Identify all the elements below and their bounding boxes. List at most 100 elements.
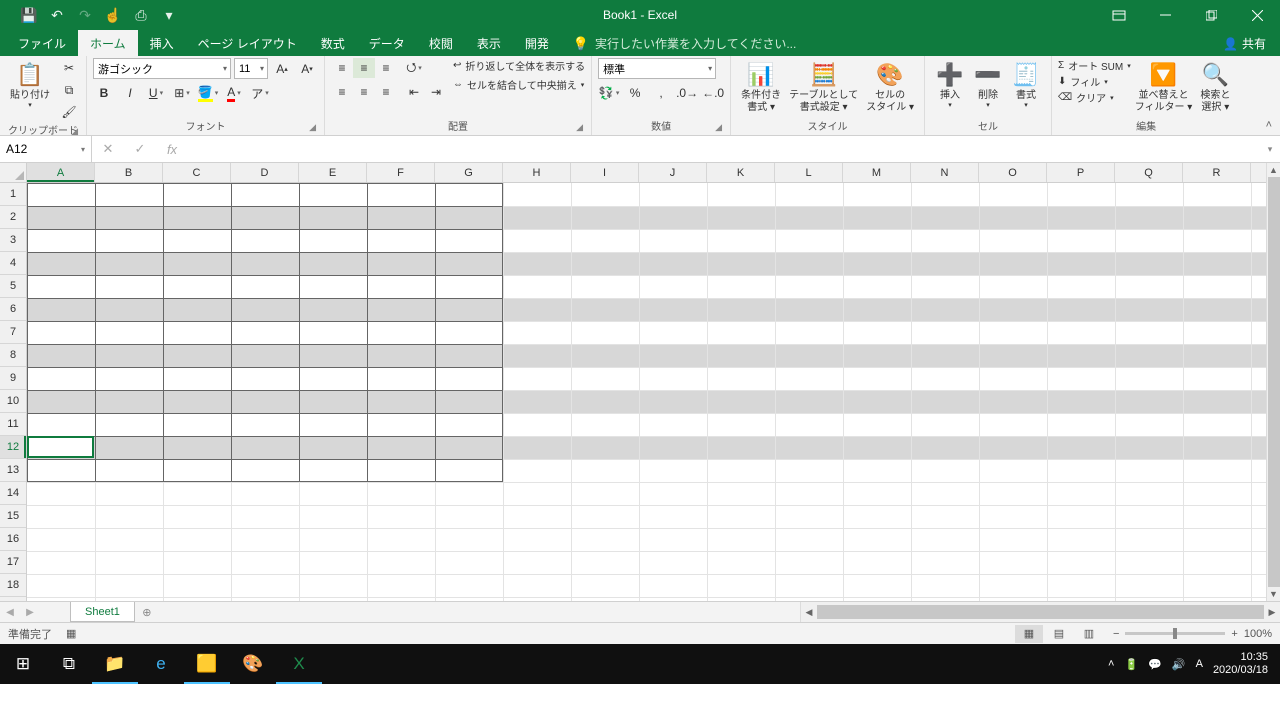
format-as-table-button[interactable]: 🧮テーブルとして 書式設定 ▾ (785, 58, 862, 115)
col-header-M[interactable]: M (843, 163, 911, 182)
comma-button[interactable]: , (650, 83, 672, 103)
merge-center-button[interactable]: ⇔セルを結合して中央揃え ▾ (453, 77, 585, 92)
ribbon-display-options[interactable] (1096, 1, 1142, 29)
name-box[interactable]: A12▾ (0, 136, 92, 162)
row-header-10[interactable]: 10 (0, 390, 26, 413)
phonetic-button[interactable]: ア (249, 83, 271, 103)
increase-indent-button[interactable]: ⇥ (425, 82, 447, 102)
format-painter-button[interactable]: 🖌 (58, 102, 80, 122)
scroll-left-button[interactable]: ◀ (801, 607, 817, 618)
font-name-combo[interactable]: 游ゴシック▾ (93, 58, 231, 79)
enter-formula-button[interactable]: ✓ (124, 141, 156, 157)
find-select-button[interactable]: 🔍検索と 選択 ▾ (1196, 58, 1234, 115)
align-left-button[interactable]: ≡ (331, 82, 353, 102)
delete-cells-button[interactable]: ➖削除▾ (969, 58, 1007, 112)
col-header-Q[interactable]: Q (1115, 163, 1183, 182)
autosum-button[interactable]: Σオート SUM ▾ (1058, 58, 1131, 73)
bold-button[interactable]: B (93, 83, 115, 103)
accounting-format-button[interactable]: 💱 (598, 83, 620, 103)
row-headers[interactable]: 123456789101112131415161718 (0, 183, 27, 601)
row-header-8[interactable]: 8 (0, 344, 26, 367)
scroll-right-button[interactable]: ▶ (1264, 607, 1280, 618)
expand-formula-bar[interactable]: ▾ (1260, 136, 1280, 162)
row-header-14[interactable]: 14 (0, 482, 26, 505)
cancel-formula-button[interactable]: ✕ (92, 141, 124, 157)
column-headers[interactable]: ABCDEFGHIJKLMNOPQR (27, 163, 1266, 183)
hscroll-thumb[interactable] (817, 605, 1264, 619)
start-button[interactable]: ⊞ (0, 644, 46, 684)
tab-insert[interactable]: 挿入 (138, 30, 186, 56)
clock[interactable]: 10:352020/03/18 (1213, 651, 1276, 676)
zoom-out-button[interactable]: − (1113, 628, 1119, 640)
row-header-2[interactable]: 2 (0, 206, 26, 229)
col-header-O[interactable]: O (979, 163, 1047, 182)
row-header-12[interactable]: 12 (0, 436, 26, 459)
system-tray[interactable]: ˄ 🔋 💬 🔊 A 10:352020/03/18 (1108, 651, 1280, 676)
row-header-7[interactable]: 7 (0, 321, 26, 344)
align-center-button[interactable]: ≡ (353, 82, 375, 102)
row-header-1[interactable]: 1 (0, 183, 26, 206)
tray-overflow-icon[interactable]: ˄ (1108, 658, 1114, 670)
cell-styles-button[interactable]: 🎨セルの スタイル ▾ (862, 58, 918, 115)
tab-developer[interactable]: 開発 (513, 30, 561, 56)
ie-taskbar[interactable]: e (138, 644, 184, 684)
italic-button[interactable]: I (119, 83, 141, 103)
tab-home[interactable]: ホーム (78, 30, 138, 56)
col-header-P[interactable]: P (1047, 163, 1115, 182)
row-header-13[interactable]: 13 (0, 459, 26, 482)
col-header-K[interactable]: K (707, 163, 775, 182)
decrease-font-button[interactable]: A▾ (296, 59, 318, 79)
undo-icon[interactable]: ↶ (50, 8, 64, 22)
row-header-5[interactable]: 5 (0, 275, 26, 298)
tell-me[interactable]: 💡実行したい作業を入力してください... (573, 35, 796, 56)
borders-button[interactable]: ⊞ (171, 83, 193, 103)
format-cells-button[interactable]: 🧾書式▾ (1007, 58, 1045, 112)
zoom-slider[interactable] (1125, 632, 1225, 635)
collapse-ribbon-button[interactable]: ˄ (1266, 119, 1272, 131)
conditional-formatting-button[interactable]: 📊条件付き 書式 ▾ (737, 58, 785, 115)
scroll-down-button[interactable]: ▼ (1267, 587, 1280, 601)
cut-button[interactable]: ✂ (58, 58, 80, 78)
row-header-11[interactable]: 11 (0, 413, 26, 436)
increase-font-button[interactable]: A▴ (271, 59, 293, 79)
col-header-F[interactable]: F (367, 163, 435, 182)
save-icon[interactable]: 💾 (22, 8, 36, 22)
col-header-E[interactable]: E (299, 163, 367, 182)
task-view-button[interactable]: ⧉ (46, 644, 92, 684)
minimize-button[interactable] (1142, 1, 1188, 29)
row-header-4[interactable]: 4 (0, 252, 26, 275)
excel-taskbar[interactable]: X (276, 644, 322, 684)
close-button[interactable] (1234, 1, 1280, 29)
normal-view-button[interactable]: ▦ (1015, 625, 1043, 643)
font-size-combo[interactable]: 11▾ (234, 58, 268, 79)
insert-cells-button[interactable]: ➕挿入▾ (931, 58, 969, 112)
tab-scroll-left[interactable]: ◀ (0, 602, 20, 622)
decrease-decimal-button[interactable]: ←.0 (702, 83, 724, 103)
fill-color-button[interactable]: 🪣 (197, 83, 219, 103)
page-break-view-button[interactable]: ▥ (1075, 625, 1103, 643)
align-bottom-button[interactable]: ≡ (375, 58, 397, 78)
macro-record-icon[interactable]: ▦ (66, 627, 76, 640)
percent-button[interactable]: % (624, 83, 646, 103)
share-button[interactable]: 👤共有 (1209, 31, 1280, 56)
battery-icon[interactable]: 🔋 (1124, 658, 1138, 671)
font-color-button[interactable]: A (223, 83, 245, 103)
paint-taskbar[interactable]: 🎨 (230, 644, 276, 684)
align-right-button[interactable]: ≡ (375, 82, 397, 102)
orientation-button[interactable]: ⭯ (403, 58, 425, 78)
wrap-text-button[interactable]: ↩折り返して全体を表示する (453, 58, 585, 73)
cells-area[interactable] (27, 183, 1266, 601)
file-explorer-taskbar[interactable]: 📁 (92, 644, 138, 684)
copy-button[interactable]: ⧉ (58, 80, 80, 100)
tab-page-layout[interactable]: ページ レイアウト (186, 30, 309, 56)
vscroll-thumb[interactable] (1268, 177, 1280, 587)
align-middle-button[interactable]: ≡ (353, 58, 375, 78)
qat-customize-icon[interactable]: ▾ (162, 8, 176, 22)
number-format-combo[interactable]: 標準▾ (598, 58, 716, 79)
tab-scroll-right[interactable]: ▶ (20, 602, 40, 622)
col-header-N[interactable]: N (911, 163, 979, 182)
col-header-G[interactable]: G (435, 163, 503, 182)
tab-review[interactable]: 校閲 (417, 30, 465, 56)
row-header-6[interactable]: 6 (0, 298, 26, 321)
col-header-A[interactable]: A (27, 163, 95, 182)
